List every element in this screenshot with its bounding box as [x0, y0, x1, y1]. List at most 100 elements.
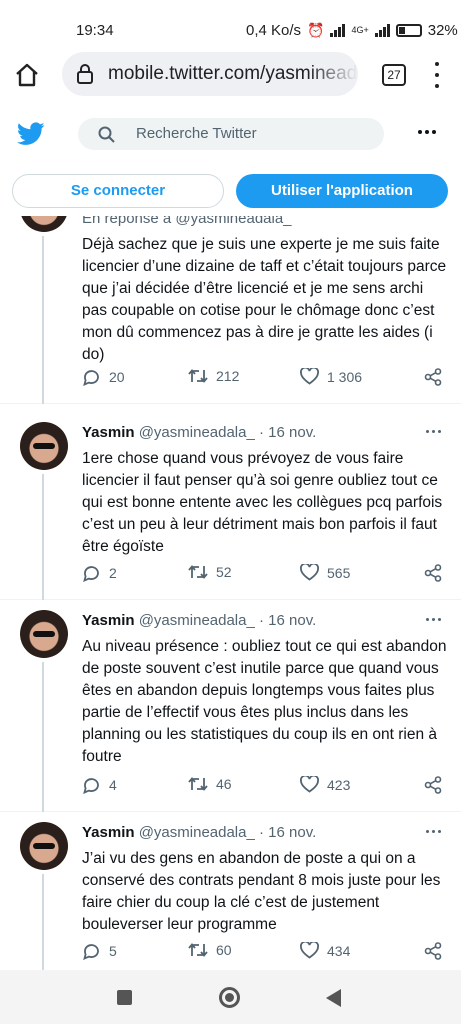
retweet-button[interactable]: 52 — [188, 564, 232, 580]
heart-icon — [300, 564, 319, 581]
retweet-icon — [188, 369, 208, 383]
retweet-count: 46 — [216, 776, 232, 792]
search-placeholder: Recherche Twitter — [136, 125, 257, 142]
thread-line — [42, 662, 44, 812]
battery-icon — [395, 24, 422, 37]
alarm-icon: ⏰ — [307, 22, 325, 38]
network-type: 4G+ — [351, 25, 369, 35]
more-options-icon[interactable] — [418, 130, 436, 134]
status-icons: 0,4 Ko/s ⏰ 4G+ 32% — [246, 22, 458, 39]
heart-icon — [300, 942, 319, 959]
tweet-more-icon[interactable] — [426, 618, 441, 621]
thread-line — [42, 474, 44, 600]
cell-signal-icon — [374, 24, 390, 37]
auth-buttons: Se connecter Utiliser l'application — [0, 164, 461, 216]
reply-button[interactable]: 5 — [82, 942, 117, 960]
tweet-header: Yasmin @yasmineadala_ · 16 nov. — [82, 824, 316, 841]
author-name[interactable]: Yasmin — [82, 424, 135, 441]
system-nav-bar — [0, 970, 461, 1024]
share-button[interactable] — [424, 564, 442, 582]
retweet-count: 212 — [216, 368, 240, 384]
network-speed: 0,4 Ko/s — [246, 22, 302, 39]
reply-count: 20 — [109, 369, 125, 385]
like-count: 423 — [327, 776, 351, 793]
tweet-date[interactable]: · 16 nov. — [259, 612, 316, 629]
retweet-count: 52 — [216, 564, 232, 580]
thread-line — [42, 236, 44, 404]
retweet-button[interactable]: 46 — [188, 776, 232, 792]
like-count: 434 — [327, 942, 351, 959]
reply-button[interactable]: 4 — [82, 776, 117, 794]
share-icon — [424, 368, 442, 386]
tweet[interactable]: Yasmin @yasmineadala_ · 16 nov. 1ere cho… — [0, 404, 461, 600]
wifi-signal-icon — [330, 24, 346, 37]
author-handle[interactable]: @yasmineadala_ — [139, 824, 255, 841]
reply-icon — [83, 944, 99, 960]
reply-icon — [83, 778, 99, 794]
reply-button[interactable]: 20 — [82, 368, 125, 386]
tweet[interactable]: En réponse à @yasmineadala_ Déjà sachez … — [0, 200, 461, 404]
retweet-button[interactable]: 60 — [188, 942, 232, 958]
tweet-text: J’ai vu des gens en abandon de poste a q… — [82, 850, 441, 933]
browser-menu-icon[interactable] — [434, 62, 440, 88]
twitter-header: Recherche Twitter — [0, 106, 461, 164]
tweet-more-icon[interactable] — [426, 430, 441, 433]
tweet-text: Déjà sachez que je suis une experte je m… — [82, 236, 447, 363]
reply-count: 5 — [109, 943, 117, 959]
twitter-logo-icon[interactable] — [17, 122, 45, 146]
tweet-thread: En réponse à @yasmineadala_ Déjà sachez … — [0, 200, 461, 970]
heart-icon — [300, 776, 319, 793]
avatar[interactable] — [20, 822, 68, 870]
login-button[interactable]: Se connecter — [12, 174, 224, 208]
like-button[interactable]: 423 — [300, 776, 350, 793]
tweet-actions: 4 46 423 — [82, 776, 442, 798]
like-button[interactable]: 565 — [300, 564, 350, 581]
home-button-icon[interactable] — [219, 987, 240, 1008]
tweet-text: 1ere chose quand vous prévoyez de vous f… — [82, 450, 443, 555]
author-name[interactable]: Yasmin — [82, 824, 135, 841]
back-icon[interactable] — [326, 989, 341, 1007]
open-app-button[interactable]: Utiliser l'application — [236, 174, 448, 208]
retweet-button[interactable]: 212 — [188, 368, 239, 384]
home-icon[interactable] — [14, 62, 40, 88]
author-handle[interactable]: @yasmineadala_ — [139, 424, 255, 441]
retweet-icon — [188, 777, 208, 791]
lock-icon — [77, 64, 93, 84]
tweet-header: Yasmin @yasmineadala_ · 16 nov. — [82, 424, 316, 441]
share-button[interactable] — [424, 942, 442, 960]
share-button[interactable] — [424, 368, 442, 386]
author-name[interactable]: Yasmin — [82, 612, 135, 629]
tweet[interactable]: Yasmin @yasmineadala_ · 16 nov. J’ai vu … — [0, 812, 461, 970]
tweet-date[interactable]: · 16 nov. — [259, 424, 316, 441]
thread-line — [42, 874, 44, 970]
browser-toolbar: mobile.twitter.com/yasmineadala 27 — [0, 44, 461, 106]
tweet[interactable]: Yasmin @yasmineadala_ · 16 nov. Au nivea… — [0, 600, 461, 812]
like-button[interactable]: 1 306 — [300, 368, 362, 385]
reply-button[interactable]: 2 — [82, 564, 117, 582]
author-handle[interactable]: @yasmineadala_ — [139, 612, 255, 629]
address-bar[interactable]: mobile.twitter.com/yasmineadala — [62, 52, 358, 96]
retweet-count: 60 — [216, 942, 232, 958]
avatar[interactable] — [20, 422, 68, 470]
search-input[interactable]: Recherche Twitter — [78, 118, 384, 150]
tweet-date[interactable]: · 16 nov. — [259, 824, 316, 841]
like-button[interactable]: 434 — [300, 942, 350, 959]
reply-icon — [83, 566, 99, 582]
share-icon — [424, 564, 442, 582]
share-button[interactable] — [424, 776, 442, 794]
retweet-icon — [188, 943, 208, 957]
tweet-actions: 20 212 1 306 — [82, 368, 442, 390]
like-count: 1 306 — [327, 368, 363, 385]
tab-switcher-button[interactable]: 27 — [382, 64, 406, 86]
search-icon — [98, 126, 115, 143]
tweet-actions: 2 52 565 — [82, 564, 442, 586]
reply-count: 2 — [109, 565, 117, 581]
avatar[interactable] — [20, 610, 68, 658]
clock: 19:34 — [76, 22, 114, 39]
tweet-more-icon[interactable] — [426, 830, 441, 833]
tweet-text: Au niveau présence : oubliez tout ce qui… — [82, 638, 447, 765]
share-icon — [424, 776, 442, 794]
like-count: 565 — [327, 564, 351, 581]
recent-apps-icon[interactable] — [117, 990, 132, 1005]
heart-icon — [300, 368, 319, 385]
